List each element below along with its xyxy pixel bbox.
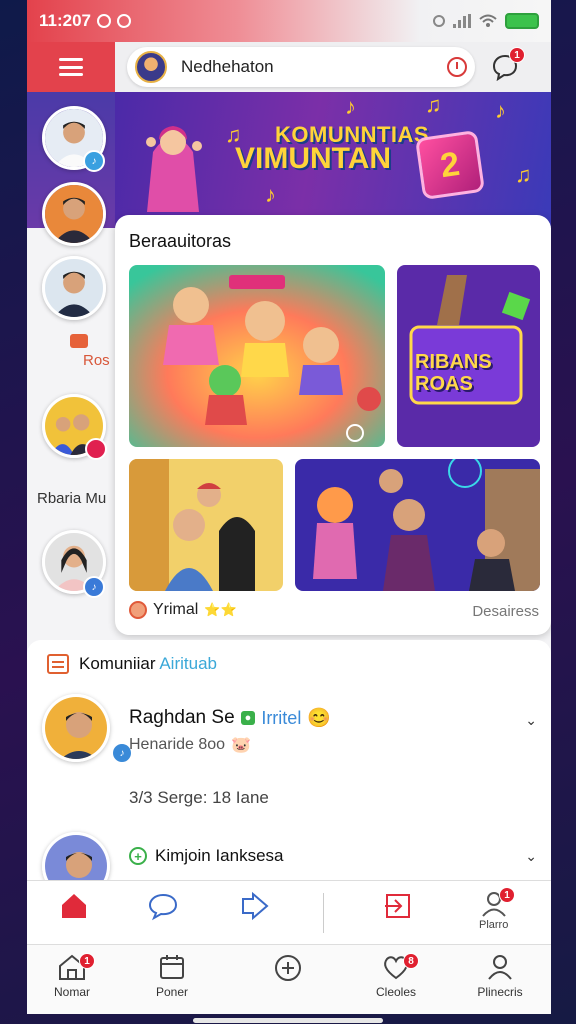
post-header: Raghdan Se ● Irritel 😊 [129,706,331,730]
music-note-icon: ♪ [265,182,276,207]
nav-home-badge: 1 [79,953,95,969]
music-note-icon: ♫ [515,162,532,187]
app-header: Nedhehaton 1 [27,42,551,92]
banner-title-line2: VIMUNTAN [235,142,392,175]
card-footer-user[interactable]: Yrimal ⭐⭐ [129,601,237,619]
menu-button[interactable] [27,42,115,92]
share-action[interactable] [239,891,271,921]
home-icon [62,894,86,918]
post-item[interactable]: + Kimjoin Ianksesa [129,846,284,866]
smile-emoji: 😊 [307,708,331,729]
nav-favorites-badge: 8 [403,953,419,969]
alarm-icon [433,15,445,27]
status-bar: 11:207 [27,0,551,42]
community-section: Komuniiar Airituab ♪ Raghdan Se ● Irrite… [27,640,551,900]
chevron-down-icon[interactable]: ⌄ [525,848,537,865]
video-thumbnail[interactable] [129,265,385,447]
post-avatar[interactable] [42,694,110,762]
document-icon [47,654,69,674]
nav-favorites[interactable]: 8 Cleoles [351,953,441,999]
music-note-icon: ♪ [345,94,356,119]
music-note-icon: ♪ [495,98,506,123]
footer-user-name: Yrimal [153,601,199,618]
profile-label: Plarro [479,919,509,931]
plus-icon: + [129,847,147,865]
post-tag: ● [240,711,256,725]
nav-home[interactable]: 1 Nomar [27,953,117,999]
nav-profile[interactable]: Plinecris [455,953,545,999]
music-note-icon: ♫ [225,122,242,147]
community-header: Komuniiar Airituab [47,654,217,674]
chat-bubble-icon [148,893,178,921]
status-badge [85,438,107,460]
game-thumbnail[interactable]: RIBANS ROAS [397,265,540,447]
chat-button[interactable]: 1 [489,47,525,83]
signal-icon [453,14,471,28]
music-badge-icon: ♪ [83,150,105,172]
story-avatar[interactable] [42,256,106,320]
wifi-icon [479,14,497,27]
rail-label-name: Rbaria Mu [37,490,107,507]
battery-icon [505,13,539,29]
app-notification-icon [117,14,131,28]
girl-illustration [146,126,202,212]
pig-emoji: 🐷 [231,737,251,754]
cube-number: 2 [437,144,462,185]
nav-favorites-label: Cleoles [375,985,417,999]
person-icon [488,955,512,980]
post2-title: Kimjoin Ianksesa [155,846,284,865]
community-title-accent: Airituab [159,654,217,673]
post-subtitle: Henaride 8oo 🐷 [129,735,251,755]
home-indicator[interactable] [193,1018,383,1023]
search-bar[interactable]: Nedhehaton [127,47,475,87]
bottom-navigation: 1 Nomar Poner 8 Cleoles Plinecris [27,944,551,1014]
share-arrow-icon [242,891,269,921]
promo-banner[interactable]: KOMUNNTIAS VIMUNTAN 2 ♪ ♫ ♪ ♫ ♫ ♪ [115,92,551,228]
see-all-link[interactable]: Desairess [472,603,539,620]
notification-icon [97,14,111,28]
post-meta: 3/3 Serge: 18 Iane [129,788,269,807]
post-tag-text: Irritel [261,707,302,728]
post-author[interactable]: Raghdan Se [129,707,235,729]
chat-badge: 1 [509,47,525,63]
photo-thumbnail[interactable] [129,459,283,591]
phone-screen: 11:207 Nedhehaton 1 KOMUNNTIAS VIMUNTAN … [27,0,551,1014]
status-time: 11:207 [39,11,91,30]
post-subtitle-text: Henaride 8oo [129,736,226,753]
nav-calendar[interactable]: Poner [127,953,217,999]
game-thumbnail-text: RIBANS ROAS [415,351,492,395]
music-badge-icon: ♪ [83,576,105,598]
chat-icon [70,334,88,348]
music-note-icon: ♫ [425,92,442,117]
add-circle-icon [275,955,301,981]
profile-action[interactable]: Plarro 1 [479,887,515,931]
action-bar: Plarro 1 [27,880,551,944]
clock-icon[interactable] [447,57,467,77]
event-thumbnail[interactable] [295,459,540,591]
nav-add[interactable] [243,953,333,987]
story-avatar[interactable] [42,182,106,246]
exit-icon [385,894,410,918]
hamburger-icon [59,58,83,76]
star-icon: ⭐⭐ [204,602,237,617]
cube-icon: 2 [414,129,486,201]
user-icon [129,601,147,619]
nav-profile-label: Plinecris [477,985,523,999]
calendar-icon [160,955,184,979]
nav-home-label: Nomar [53,985,90,999]
discover-title: Beraauitoras [129,231,232,251]
avatar[interactable] [135,51,167,83]
nav-calendar-label: Poner [155,985,189,999]
search-text: Nedhehaton [181,57,274,76]
discover-card: Beraauitoras RIBANS ROAS Yrimal ⭐⭐ Desai… [115,215,551,635]
chat-action[interactable] [147,891,179,921]
community-title: Komuniiar [79,654,156,673]
exit-action[interactable] [383,891,413,921]
profile-badge: 1 [499,887,515,903]
chevron-down-icon[interactable]: ⌄ [525,712,537,729]
home-action[interactable] [59,891,89,921]
rail-label-ros: Ros [83,352,110,369]
